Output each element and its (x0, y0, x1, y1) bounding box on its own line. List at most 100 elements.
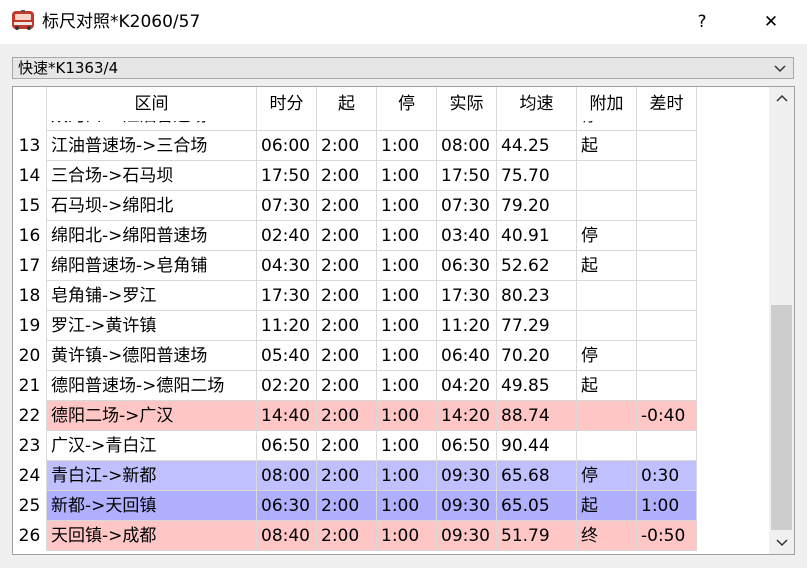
cell-diff[interactable] (637, 281, 697, 311)
cell-start[interactable]: 2:00 (317, 131, 377, 161)
cell-duration[interactable]: 14:40 (257, 401, 317, 431)
cell-avg-speed[interactable]: 79.20 (497, 191, 577, 221)
train-select[interactable]: 快速*K1363/4 (12, 57, 794, 79)
cell-extra[interactable] (577, 431, 637, 461)
help-button[interactable]: ? (680, 6, 724, 38)
table-row[interactable]: 13 江油普速场->三合场 06:00 2:00 1:00 08:00 44.25 起 (13, 131, 713, 161)
cell-section[interactable]: 绵阳普速场->皂角铺 (47, 251, 257, 281)
cell-extra[interactable]: 停 (577, 341, 637, 371)
cell-avg-speed[interactable]: 56.94 (497, 121, 577, 131)
cell-start[interactable]: 2:00 (317, 191, 377, 221)
cell-actual[interactable]: 06:30 (437, 251, 497, 281)
cell-avg-speed[interactable]: 65.68 (497, 461, 577, 491)
cell-stop[interactable]: 1:00 (377, 121, 437, 131)
cell-actual[interactable]: 17:50 (437, 161, 497, 191)
cell-duration[interactable]: 02:20 (257, 371, 317, 401)
table-row[interactable]: 20 黄许镇->德阳普速场 05:40 2:00 1:00 06:40 70.20 停 (13, 341, 713, 371)
table-row[interactable]: 21 德阳普速场->德阳二场 02:20 2:00 1:00 04:20 49.85 起 (13, 371, 713, 401)
table-row[interactable]: 18 皂角铺->罗江 17:30 2:00 1:00 17:30 80.23 (13, 281, 713, 311)
cell-diff[interactable] (637, 161, 697, 191)
table-row[interactable]: 15 石马坝->绵阳北 07:30 2:00 1:00 07:30 79.20 (13, 191, 713, 221)
cell-start[interactable]: 2:00 (317, 121, 377, 131)
cell-avg-speed[interactable]: 88.74 (497, 401, 577, 431)
cell-extra[interactable]: 停 (577, 121, 637, 131)
cell-diff[interactable]: 1:00 (637, 491, 697, 521)
table-row[interactable]: 16 绵阳北->绵阳普速场 02:40 2:00 1:00 03:40 40.91 停 (13, 221, 713, 251)
cell-extra[interactable]: 起 (577, 371, 637, 401)
cell-actual[interactable]: 06:50 (437, 431, 497, 461)
cell-stop[interactable]: 1:00 (377, 281, 437, 311)
table-row[interactable]: 25 新都->天回镇 06:30 2:00 1:00 09:30 65.05 起 1:00 (13, 491, 713, 521)
cell-start[interactable]: 2:00 (317, 401, 377, 431)
table-row[interactable]: 19 罗江->黄许镇 11:20 2:00 1:00 11:20 77.29 (13, 311, 713, 341)
cell-stop[interactable]: 1:00 (377, 131, 437, 161)
cell-avg-speed[interactable]: 51.79 (497, 521, 577, 551)
cell-avg-speed[interactable]: 90.44 (497, 431, 577, 461)
cell-section[interactable]: 黄许镇->德阳普速场 (47, 341, 257, 371)
cell-start[interactable]: 2:00 (317, 221, 377, 251)
cell-stop[interactable]: 1:00 (377, 221, 437, 251)
cell-diff[interactable]: 0:30 (637, 461, 697, 491)
cell-start[interactable]: 2:00 (317, 341, 377, 371)
cell-duration[interactable]: 04:30 (257, 251, 317, 281)
cell-duration[interactable]: 11:20 (257, 311, 317, 341)
vertical-scrollbar[interactable] (769, 87, 794, 554)
header-stop[interactable]: 停 (377, 87, 437, 121)
cell-section[interactable]: 双河口->江油普速场 (47, 121, 257, 131)
cell-extra[interactable] (577, 191, 637, 221)
scroll-up-button[interactable] (769, 87, 794, 109)
table-row[interactable]: 23 广汉->青白江 06:50 2:00 1:00 06:50 90.44 (13, 431, 713, 461)
cell-avg-speed[interactable]: 52.62 (497, 251, 577, 281)
cell-section[interactable]: 新都->天回镇 (47, 491, 257, 521)
cell-section[interactable]: 广汉->青白江 (47, 431, 257, 461)
cell-duration[interactable]: 17:30 (257, 281, 317, 311)
scroll-thumb[interactable] (771, 305, 792, 530)
cell-duration[interactable]: 17:50 (257, 161, 317, 191)
cell-extra[interactable]: 停 (577, 461, 637, 491)
cell-start[interactable]: 2:00 (317, 491, 377, 521)
cell-avg-speed[interactable]: 49.85 (497, 371, 577, 401)
table-row[interactable]: 26 天回镇->成都 08:40 2:00 1:00 09:30 51.79 终 -0:50 (13, 521, 713, 551)
header-section[interactable]: 区间 (47, 87, 257, 121)
cell-diff[interactable] (637, 251, 697, 281)
cell-duration[interactable]: 05:40 (257, 341, 317, 371)
cell-stop[interactable]: 1:00 (377, 341, 437, 371)
cell-avg-speed[interactable]: 65.05 (497, 491, 577, 521)
cell-extra[interactable] (577, 281, 637, 311)
cell-start[interactable]: 2:00 (317, 431, 377, 461)
cell-start[interactable]: 2:00 (317, 371, 377, 401)
cell-start[interactable]: 2:00 (317, 161, 377, 191)
cell-duration[interactable]: 02:40 (257, 221, 317, 251)
cell-actual[interactable]: 09:30 (437, 491, 497, 521)
table-row[interactable]: 17 绵阳普速场->皂角铺 04:30 2:00 1:00 06:30 52.62 起 (13, 251, 713, 281)
cell-duration[interactable]: 06:00 (257, 131, 317, 161)
cell-actual[interactable]: 04:20 (437, 371, 497, 401)
cell-stop[interactable]: 1:00 (377, 161, 437, 191)
scroll-down-button[interactable] (769, 532, 794, 554)
cell-actual[interactable]: 16:20 (437, 121, 497, 131)
cell-actual[interactable]: 11:20 (437, 311, 497, 341)
cell-stop[interactable]: 1:00 (377, 461, 437, 491)
cell-duration[interactable]: 08:00 (257, 461, 317, 491)
cell-start[interactable]: 2:00 (317, 251, 377, 281)
cell-duration[interactable]: 06:30 (257, 491, 317, 521)
cell-diff[interactable] (637, 371, 697, 401)
cell-section[interactable]: 德阳普速场->德阳二场 (47, 371, 257, 401)
cell-section[interactable]: 绵阳北->绵阳普速场 (47, 221, 257, 251)
cell-avg-speed[interactable]: 44.25 (497, 131, 577, 161)
cell-stop[interactable]: 1:00 (377, 401, 437, 431)
table-row[interactable]: 14 三合场->石马坝 17:50 2:00 1:00 17:50 75.70 (13, 161, 713, 191)
header-extra[interactable]: 附加 (577, 87, 637, 121)
cell-section[interactable]: 石马坝->绵阳北 (47, 191, 257, 221)
cell-actual[interactable]: 09:30 (437, 461, 497, 491)
cell-extra[interactable]: 起 (577, 491, 637, 521)
cell-duration[interactable]: 08:40 (257, 521, 317, 551)
header-actual[interactable]: 实际 (437, 87, 497, 121)
cell-actual[interactable]: 08:00 (437, 131, 497, 161)
cell-avg-speed[interactable]: 80.23 (497, 281, 577, 311)
cell-section[interactable]: 罗江->黄许镇 (47, 311, 257, 341)
cell-diff[interactable] (637, 221, 697, 251)
cell-section[interactable]: 江油普速场->三合场 (47, 131, 257, 161)
cell-duration[interactable]: 06:50 (257, 431, 317, 461)
header-diff[interactable]: 差时 (637, 87, 697, 121)
